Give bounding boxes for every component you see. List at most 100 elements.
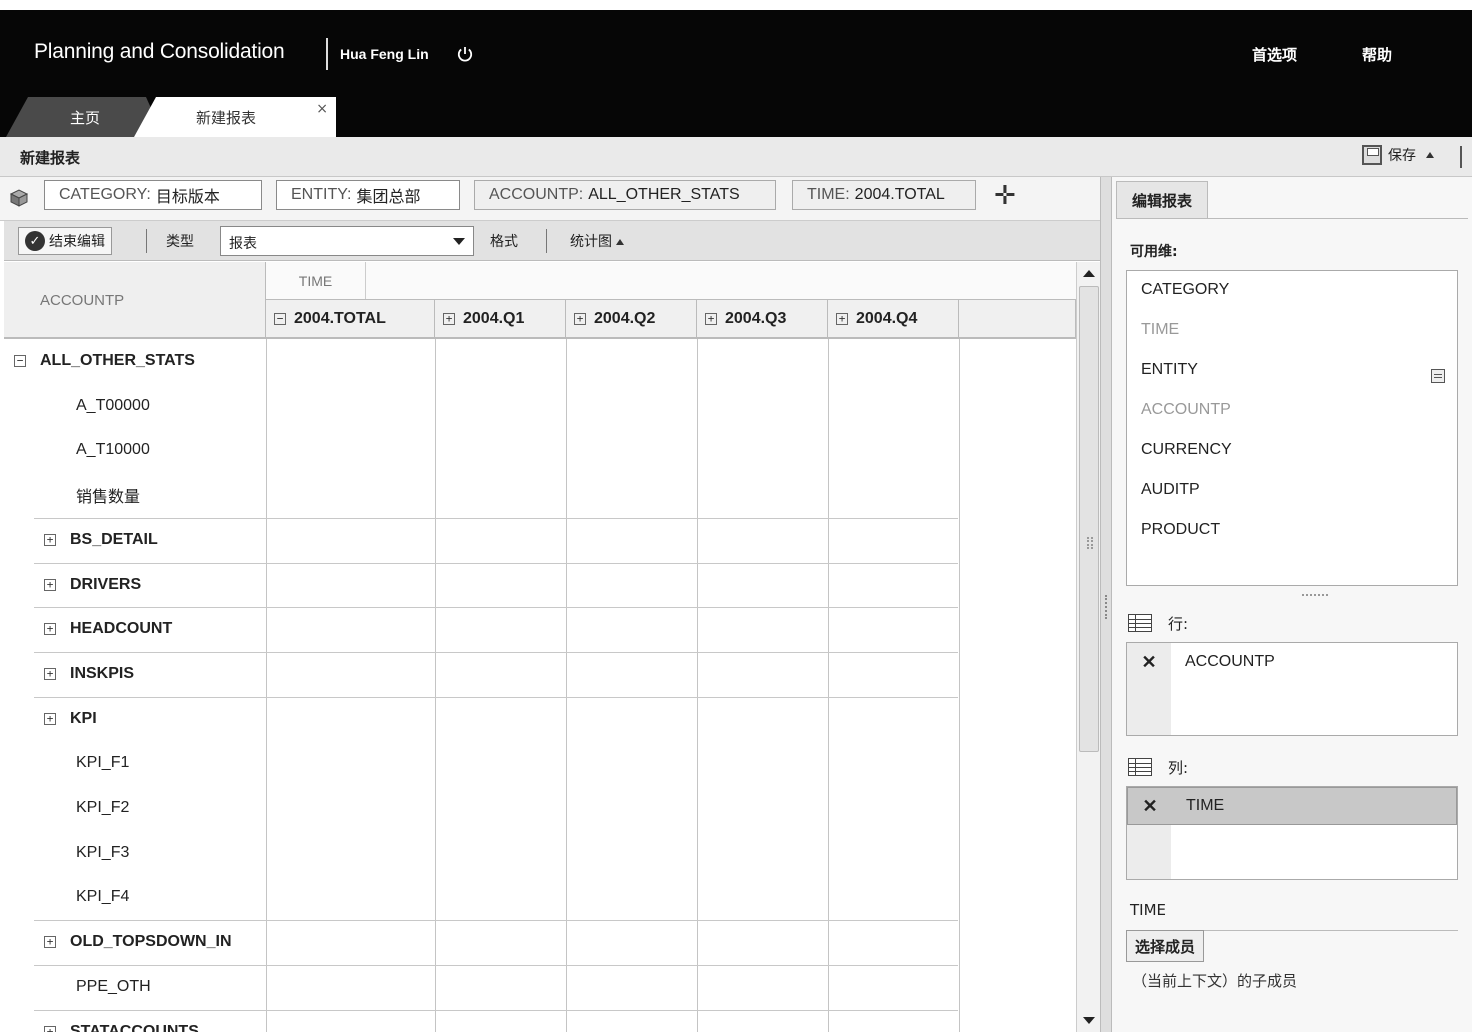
close-tab-icon[interactable]: ×	[316, 101, 328, 117]
row-header[interactable]: A_T00000	[76, 384, 150, 428]
available-dim-item[interactable]: ENTITY	[1141, 361, 1198, 379]
collapse-icon[interactable]: −	[14, 355, 26, 367]
end-edit-button[interactable]: ✓ 结束编辑	[18, 227, 112, 255]
expand-icon[interactable]: +	[705, 312, 717, 325]
report-grid: ACCOUNTP TIME −2004.TOTAL +2004.Q1 +2004.Q…	[4, 262, 1076, 1032]
row-header-label: BS_DETAIL	[70, 530, 158, 548]
expand-icon[interactable]: +	[44, 667, 56, 680]
remove-icon[interactable]: ✕	[1127, 652, 1171, 673]
row-header-label: DRIVERS	[70, 575, 142, 593]
format-menu[interactable]: 格式	[490, 231, 518, 251]
edit-report-panel: 编辑报表 可用维: CATEGORY TIME ENTITY ACCOUNTP CURR…	[1112, 177, 1472, 1032]
row-gridline	[34, 965, 958, 966]
power-icon[interactable]	[456, 45, 474, 63]
row-header-label: A_T00000	[76, 396, 150, 414]
row-header[interactable]: 销售数量	[76, 473, 140, 517]
help-link[interactable]: 帮助	[1362, 44, 1392, 65]
available-dim-item[interactable]: CURRENCY	[1141, 441, 1232, 459]
time-section-label: TIME	[1130, 901, 1167, 919]
rows-drop-zone[interactable]: ✕ ACCOUNTP	[1126, 642, 1458, 736]
type-select-value: 报表	[229, 236, 257, 252]
column-header[interactable]: +2004.Q3	[697, 300, 828, 339]
panel-splitter[interactable]	[1100, 177, 1112, 1032]
columns-drop-zone[interactable]: ✕ TIME	[1126, 786, 1458, 880]
available-dim-item[interactable]: ACCOUNTP	[1141, 401, 1231, 419]
member-selection-note: （当前上下文）的子成员	[1132, 972, 1298, 990]
row-header-label: A_T10000	[76, 441, 150, 459]
column-gridline	[566, 339, 567, 1032]
available-dim-item[interactable]: TIME	[1141, 321, 1179, 339]
dropdown-triangle-icon	[1426, 152, 1434, 158]
row-header[interactable]: PPE_OTH	[76, 965, 151, 1009]
resize-handle[interactable]	[1302, 594, 1328, 596]
pov-category-chip[interactable]: CATEGORY: 目标版本	[44, 180, 262, 210]
columns-label: 列:	[1168, 759, 1189, 777]
pov-value: ALL_OTHER_STATS	[588, 186, 740, 203]
expand-icon[interactable]: +	[44, 936, 56, 949]
expand-icon[interactable]: +	[44, 1025, 56, 1032]
select-member-button[interactable]: 选择成员	[1126, 930, 1205, 962]
row-header[interactable]: + HEADCOUNT	[44, 607, 172, 651]
rows-item-label: ACCOUNTP	[1185, 653, 1275, 670]
add-pov-icon[interactable]: ✛	[994, 181, 1016, 211]
chart-menu[interactable]: 统计图	[570, 231, 624, 251]
tab-edit-report[interactable]: 编辑报表	[1116, 181, 1208, 219]
page-title: 新建报表	[20, 149, 81, 167]
expand-icon[interactable]: +	[574, 312, 586, 325]
row-header[interactable]: KPI_F4	[76, 875, 129, 919]
column-header[interactable]: −2004.TOTAL	[266, 300, 435, 339]
expand-icon[interactable]: +	[443, 312, 455, 325]
chevron-down-icon	[453, 238, 465, 245]
expand-icon[interactable]: +	[44, 578, 56, 591]
tab-underline	[1116, 218, 1468, 219]
pov-accountp-chip[interactable]: ACCOUNTP: ALL_OTHER_STATS	[474, 180, 776, 210]
save-label: 保存	[1388, 148, 1416, 164]
row-header[interactable]: KPI_F2	[76, 786, 129, 830]
title-separator	[326, 38, 328, 70]
row-header[interactable]: + KPI	[44, 697, 97, 741]
column-header[interactable]: +2004.Q2	[566, 300, 697, 339]
scroll-up-arrow-icon[interactable]	[1083, 270, 1095, 277]
remove-icon[interactable]: ✕	[1128, 796, 1172, 817]
preferences-link[interactable]: 首选项	[1252, 44, 1297, 65]
row-header[interactable]: + BS_DETAIL	[44, 518, 158, 562]
expand-icon[interactable]: +	[44, 623, 56, 636]
rows-item[interactable]: ✕ ACCOUNTP	[1127, 643, 1457, 681]
row-header[interactable]: A_T10000	[76, 428, 150, 472]
available-dim-item[interactable]: PRODUCT	[1141, 521, 1220, 539]
pov-dim-label: CATEGORY:	[59, 186, 151, 203]
column-header[interactable]: +2004.Q1	[435, 300, 566, 339]
collapse-icon[interactable]: −	[274, 312, 286, 325]
pov-entity-chip[interactable]: ENTITY: 集团总部	[276, 180, 460, 210]
row-header[interactable]: KPI_F3	[76, 831, 129, 875]
grid-vertical-scrollbar[interactable]	[1076, 262, 1100, 1032]
columns-item-label: TIME	[1186, 797, 1225, 814]
tab-home-label: 主页	[69, 108, 100, 127]
available-dims-list: CATEGORY TIME ENTITY ACCOUNTP CURRENCY AUDITP…	[1126, 270, 1458, 586]
expand-icon[interactable]: +	[44, 533, 56, 546]
available-dim-item[interactable]: AUDITP	[1141, 481, 1200, 499]
expand-icon[interactable]: +	[44, 712, 56, 725]
save-button[interactable]: 保存	[1362, 145, 1434, 165]
column-header-label: 2004.Q2	[594, 309, 656, 327]
column-gridline	[828, 339, 829, 1032]
column-header[interactable]: +2004.Q4	[828, 300, 959, 339]
pov-time-chip[interactable]: TIME: 2004.TOTAL	[792, 180, 976, 210]
row-header[interactable]: + OLD_TOPSDOWN_IN	[44, 920, 232, 964]
row-header[interactable]: + STATACCOUNTS	[44, 1010, 199, 1032]
row-header[interactable]: + INSKPIS	[44, 652, 134, 696]
columns-item[interactable]: ✕ TIME	[1127, 787, 1457, 825]
filter-icon[interactable]	[1431, 369, 1445, 383]
grip-icon	[1087, 537, 1093, 549]
available-dim-item[interactable]: CATEGORY	[1141, 281, 1229, 299]
expand-icon[interactable]: +	[836, 312, 848, 325]
row-header[interactable]: + DRIVERS	[44, 563, 141, 607]
type-select[interactable]: 报表	[220, 226, 474, 256]
pov-value: 集团总部	[356, 189, 421, 206]
scrollbar-thumb[interactable]	[1079, 286, 1099, 752]
pov-value: 目标版本	[155, 189, 220, 206]
row-header[interactable]: − ALL_OTHER_STATS	[14, 339, 195, 383]
scroll-down-arrow-icon[interactable]	[1083, 1017, 1095, 1024]
row-header[interactable]: KPI_F1	[76, 741, 129, 785]
tab-new-report[interactable]: 新建报表 ×	[134, 97, 336, 137]
